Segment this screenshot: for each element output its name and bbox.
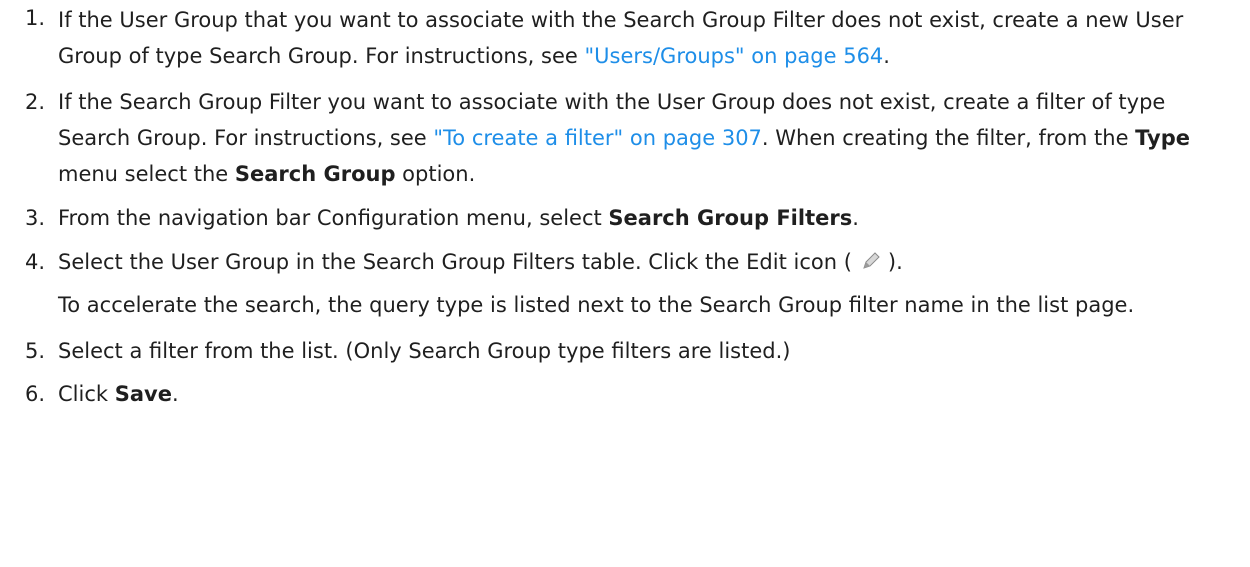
pencil-icon [860, 250, 882, 272]
list-item-step-6: 6. Click Save. [0, 376, 1242, 412]
step-number: 1. [25, 6, 46, 30]
list-item-step-5: 5. Select a filter from the list. (Only … [0, 333, 1242, 369]
step-number: 6. [25, 382, 46, 406]
note-paragraph: To accelerate the search, the query type… [58, 293, 1135, 317]
list-item-step-3: 3. From the navigation bar Configuration… [0, 200, 1242, 236]
step-text-part: Click [58, 382, 115, 406]
list-item-step-2: 2. If the Search Group Filter you want t… [0, 84, 1242, 192]
step-text-part: . When creating the filter, from the [761, 126, 1136, 150]
step-text-part: From the navigation bar Configuration me… [58, 206, 609, 230]
users-groups-link[interactable]: "Users/Groups" on page 564 [585, 44, 884, 68]
step-text: If the User Group that you want to assoc… [58, 2, 1242, 74]
step-text: Click Save. [58, 376, 1242, 412]
step-text-part: . [171, 382, 179, 406]
step-text-part: . [883, 44, 890, 68]
type-term: Type [1135, 126, 1190, 150]
list-item-step-1: 1. If the User Group that you want to as… [0, 0, 1242, 74]
step-text-part: option. [395, 162, 476, 186]
step-text-part: ). [887, 250, 903, 274]
instruction-list: 1. If the User Group that you want to as… [0, 0, 1250, 412]
save-term: Save [114, 382, 172, 406]
step-number: 4. [25, 250, 46, 274]
search-group-filters-term: Search Group Filters [608, 206, 853, 230]
step-text: If the Search Group Filter you want to a… [58, 84, 1242, 192]
search-group-term: Search Group [234, 162, 396, 186]
step-number: 2. [25, 90, 46, 114]
step-number: 5. [25, 339, 46, 363]
step-text: Select a filter from the list. (Only Sea… [58, 339, 791, 363]
step-number: 3. [25, 206, 46, 230]
step-text: From the navigation bar Configuration me… [58, 200, 1242, 236]
step-text-part: menu select the [58, 162, 235, 186]
step-text: Select the User Group in the Search Grou… [58, 244, 1242, 280]
create-filter-link[interactable]: "To create a filter" on page 307 [433, 126, 762, 150]
step-text-part: Select the User Group in the Search Grou… [58, 250, 852, 274]
list-item-step-4: 4. Select the User Group in the Search G… [0, 244, 1242, 280]
step-text-part: . [852, 206, 859, 230]
